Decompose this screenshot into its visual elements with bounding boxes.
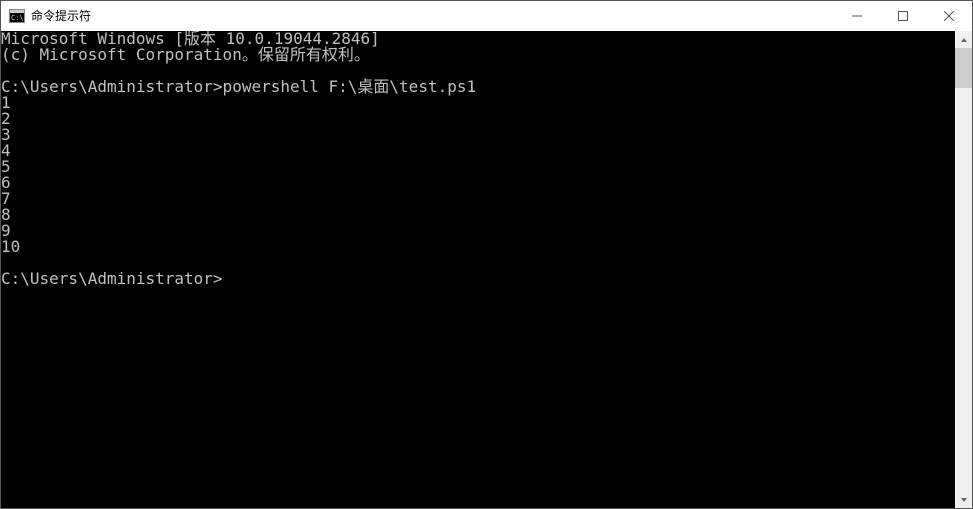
terminal-line: (c) Microsoft Corporation。保留所有权利。 xyxy=(1,47,955,63)
terminal-line: 10 xyxy=(1,239,955,255)
terminal-line: 5 xyxy=(1,159,955,175)
scroll-thumb[interactable] xyxy=(955,48,972,88)
terminal-line: 4 xyxy=(1,143,955,159)
cmd-icon: C:\ xyxy=(9,8,25,24)
window-title: 命令提示符 xyxy=(31,1,91,31)
terminal-line: 3 xyxy=(1,127,955,143)
close-button[interactable] xyxy=(926,1,972,31)
terminal-line: C:\Users\Administrator> xyxy=(1,271,955,287)
terminal-line: 2 xyxy=(1,111,955,127)
vertical-scrollbar[interactable] xyxy=(955,31,972,508)
client-area: Microsoft Windows [版本 10.0.19044.2846](c… xyxy=(1,31,972,508)
terminal-line: C:\Users\Administrator>powershell F:\桌面\… xyxy=(1,79,955,95)
terminal-line: 9 xyxy=(1,223,955,239)
terminal-line: 1 xyxy=(1,95,955,111)
maximize-button[interactable] xyxy=(880,1,926,31)
minimize-button[interactable] xyxy=(834,1,880,31)
titlebar[interactable]: C:\ 命令提示符 xyxy=(1,1,972,31)
window-controls xyxy=(834,1,972,31)
terminal-line: 6 xyxy=(1,175,955,191)
terminal-line: 8 xyxy=(1,207,955,223)
scroll-up-button[interactable] xyxy=(955,31,972,48)
cmd-window: C:\ 命令提示符 Microsoft Windows [版本 10.0.190… xyxy=(0,0,973,509)
terminal-output[interactable]: Microsoft Windows [版本 10.0.19044.2846](c… xyxy=(1,31,955,508)
terminal-line: 7 xyxy=(1,191,955,207)
scroll-down-button[interactable] xyxy=(955,491,972,508)
